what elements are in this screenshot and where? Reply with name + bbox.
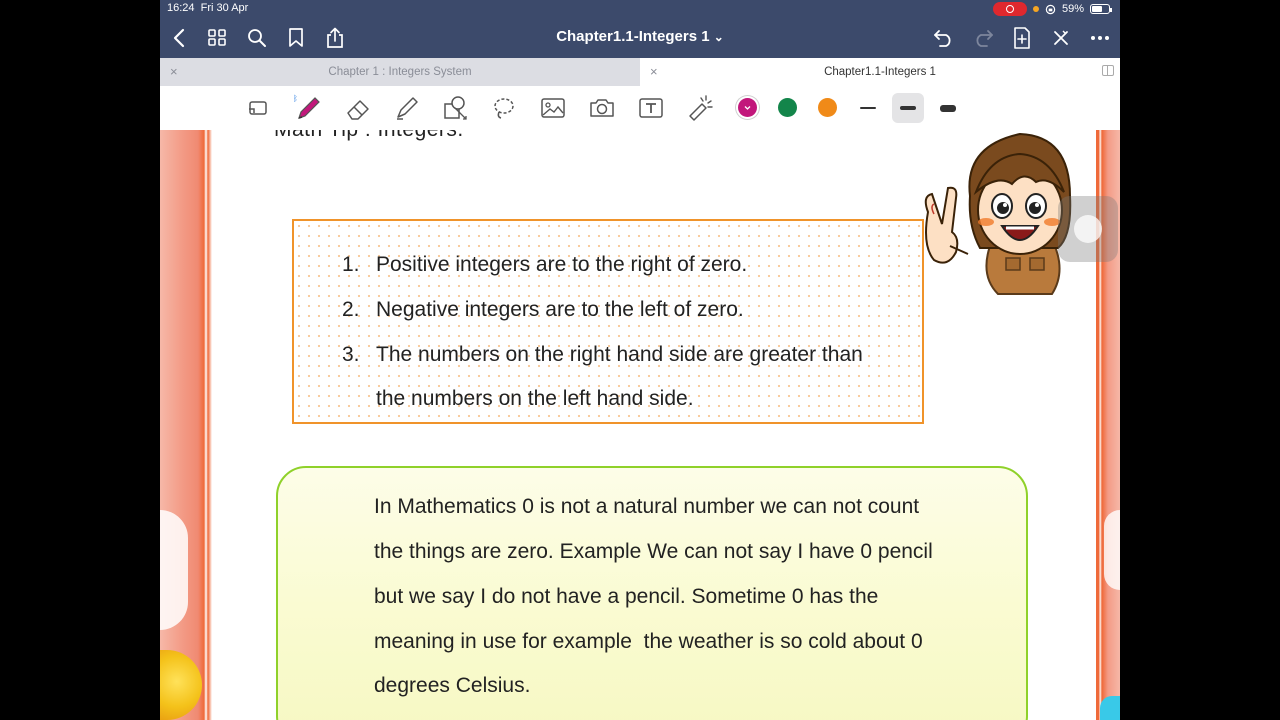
document-title-text: Chapter1.1-Integers 1 — [556, 28, 710, 45]
eraser-tool[interactable] — [342, 92, 374, 124]
status-date: Fri 30 Apr — [200, 2, 249, 14]
page-border-left — [160, 130, 212, 720]
battery-icon — [1090, 4, 1112, 14]
assistive-touch-button[interactable] — [1058, 196, 1118, 262]
ipad-screen: 16:24 Fri 30 Apr 59% Chapter1.1-Integers… — [160, 0, 1120, 720]
lasso-tool[interactable] — [488, 92, 520, 124]
redo-button[interactable] — [971, 26, 995, 50]
drawing-toolbar: ᛒ — [160, 86, 1120, 131]
text-icon — [639, 98, 663, 118]
share-button[interactable] — [323, 26, 347, 50]
tip-text-continued: the numbers on the left hand side. — [376, 387, 694, 410]
color-magenta-swatch[interactable] — [738, 98, 757, 117]
tip-number: 2. — [342, 298, 360, 321]
status-time: 16:24 Fri 30 Apr — [167, 2, 249, 14]
stroke-thin-icon — [860, 107, 876, 109]
bookmark-button[interactable] — [284, 26, 308, 50]
stroke-thick-button[interactable] — [932, 93, 964, 123]
thumbnails-button[interactable] — [206, 26, 230, 50]
tip-box: 1. Positive integers are to the right of … — [292, 219, 924, 424]
decoration-cyan — [1100, 696, 1120, 720]
split-view-icon[interactable] — [1102, 65, 1114, 76]
tip-text: Negative integers are to the left of zer… — [376, 298, 744, 321]
cartoon-character-image — [924, 132, 1072, 295]
mic-indicator-icon — [1032, 6, 1039, 12]
tip-item: 2. Negative integers are to the left of z… — [342, 298, 744, 322]
shapes-icon — [444, 96, 467, 120]
stroke-medium-icon — [900, 106, 916, 110]
tab-label: Chapter 1 : Integers System — [328, 66, 472, 78]
read-only-icon — [249, 101, 267, 115]
close-pen-button[interactable] — [1049, 26, 1073, 50]
decoration-right — [1104, 510, 1120, 590]
redo-icon — [976, 30, 993, 47]
tip-text: Positive integers are to the right of ze… — [376, 253, 748, 276]
note-box: In Mathematics 0 is not a natural number… — [276, 466, 1028, 720]
lock-rotation-icon — [1045, 4, 1056, 14]
tab-bar: × Chapter 1 : Integers System × Chapter1… — [160, 58, 1120, 86]
stroke-medium-button[interactable] — [892, 93, 924, 123]
document-page[interactable]: Math Tip : Integers. 1. Positive integers… — [160, 130, 1120, 720]
tip-number: 3. — [342, 343, 360, 366]
note-line: the things are zero. Example We can not … — [374, 540, 933, 563]
add-page-button[interactable] — [1010, 26, 1034, 50]
color-green-swatch[interactable] — [778, 98, 797, 117]
tip-text: The numbers on the right hand side are g… — [376, 343, 863, 366]
more-icon — [1091, 36, 1109, 40]
grid-icon — [208, 29, 226, 46]
lasso-icon — [494, 98, 514, 119]
shapes-tool[interactable] — [439, 92, 471, 124]
undo-icon — [934, 30, 951, 47]
svg-text:ᛒ: ᛒ — [293, 94, 298, 103]
color-orange-swatch[interactable] — [818, 98, 837, 117]
camera-tool[interactable] — [586, 92, 618, 124]
bookmark-icon — [289, 28, 303, 47]
tab-label: Chapter1.1-Integers 1 — [824, 66, 936, 78]
chevron-down-icon: ⌄ — [713, 30, 724, 44]
share-icon — [327, 27, 343, 48]
camera-icon — [590, 99, 614, 117]
tab-close-icon[interactable]: × — [170, 64, 178, 79]
undo-button[interactable] — [932, 26, 956, 50]
highlighter-icon — [397, 97, 418, 120]
close-icon — [1054, 30, 1068, 45]
pen-icon: ᛒ — [293, 94, 320, 119]
note-line: meaning in use for example the weather i… — [374, 630, 923, 653]
add-page-icon — [1014, 27, 1030, 49]
document-title-button[interactable]: Chapter1.1-Integers 1 ⌄ — [556, 28, 724, 45]
laser-pointer-tool[interactable] — [684, 92, 716, 124]
back-icon — [173, 28, 185, 48]
eraser-icon — [347, 100, 369, 120]
tip-item: 3. The numbers on the right hand side are… — [342, 343, 863, 367]
note-line: but we say I do not have a pencil. Somet… — [374, 585, 879, 608]
battery-percent: 59% — [1061, 3, 1084, 15]
laser-pointer-icon — [689, 95, 713, 121]
back-button[interactable] — [167, 26, 191, 50]
pen-tool[interactable]: ᛒ — [292, 92, 324, 124]
image-tool[interactable] — [537, 92, 569, 124]
decoration-left — [160, 510, 188, 630]
image-icon — [541, 98, 565, 118]
chevron-down-icon — [744, 106, 751, 110]
tab-chapter-1-1[interactable]: × Chapter1.1-Integers 1 — [640, 58, 1120, 86]
top-bar: 16:24 Fri 30 Apr 59% Chapter1.1-Integers… — [160, 0, 1120, 58]
more-button[interactable] — [1088, 26, 1112, 50]
stroke-thick-icon — [940, 104, 956, 112]
page-heading: Math Tip : Integers. — [274, 130, 464, 142]
tab-chapter-1[interactable]: × Chapter 1 : Integers System — [160, 58, 640, 86]
search-button[interactable] — [245, 26, 269, 50]
highlighter-tool[interactable] — [391, 92, 423, 124]
tip-number: 1. — [342, 253, 360, 276]
stroke-thin-button[interactable] — [852, 93, 884, 123]
note-line: In Mathematics 0 is not a natural number… — [374, 495, 920, 518]
read-only-button[interactable] — [242, 92, 274, 124]
tip-item: 1. Positive integers are to the right of … — [342, 253, 747, 277]
search-icon — [248, 29, 266, 47]
text-tool[interactable] — [635, 92, 667, 124]
tab-close-icon[interactable]: × — [650, 64, 658, 79]
status-indicators: 59% — [992, 2, 1112, 16]
screen-recording-icon[interactable] — [992, 2, 1027, 16]
note-line: degrees Celsius. — [374, 674, 531, 697]
